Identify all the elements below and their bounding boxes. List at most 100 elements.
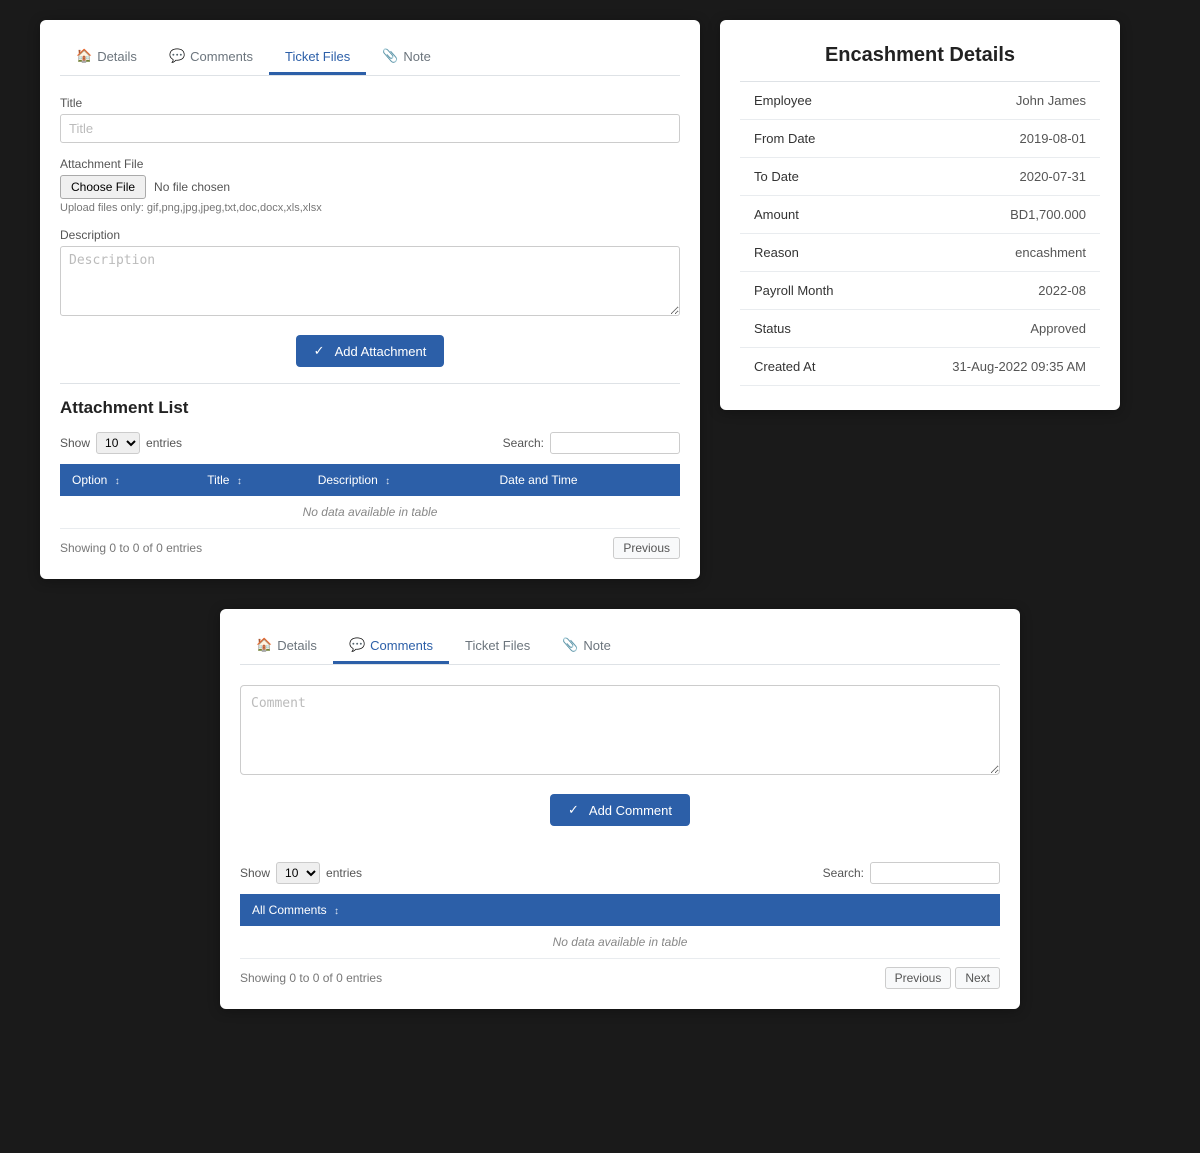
comments-showing-text: Showing 0 to 0 of 0 entries [240, 971, 382, 985]
table-controls: Show 10 25 50 entries Search: [60, 432, 680, 454]
description-input[interactable] [60, 246, 680, 316]
table-footer: Showing 0 to 0 of 0 entries Previous [60, 537, 680, 559]
col-datetime: Date and Time [488, 464, 681, 496]
add-comment-btn[interactable]: Add Comment [550, 794, 690, 826]
bottom-tab-comments[interactable]: 💬 Comments [333, 629, 449, 664]
encashment-row-value: Approved [902, 310, 1100, 348]
encashment-row-label: Status [740, 310, 902, 348]
comments-next-btn[interactable]: Next [955, 967, 1000, 989]
attachment-list-title: Attachment List [60, 398, 680, 418]
comments-table-footer: Showing 0 to 0 of 0 entries Previous Nex… [240, 967, 1000, 989]
check-icon-comment [568, 802, 583, 818]
sort-title-icon: ↕ [237, 476, 242, 487]
note-icon: 📎 [382, 48, 398, 64]
encashment-row-label: Amount [740, 196, 902, 234]
top-tabs: 🏠 Details 💬 Comments Ticket Files 📎 Note [60, 40, 680, 76]
attachment-file-group: Attachment File Choose File No file chos… [60, 157, 680, 214]
no-file-chosen-text: No file chosen [154, 180, 230, 194]
comments-table: All Comments ↕ No data available in tabl… [240, 894, 1000, 959]
title-group: Title [60, 96, 680, 143]
divider [60, 383, 680, 384]
pagination: Previous [613, 537, 680, 559]
search-box: Search: [503, 432, 680, 454]
tab-ticket-files[interactable]: Ticket Files [269, 40, 366, 75]
comments-card: 🏠 Details 💬 Comments Ticket Files 📎 Note… [220, 609, 1020, 1009]
sort-description-icon: ↕ [385, 476, 390, 487]
bottom-tab-details[interactable]: 🏠 Details [240, 629, 333, 664]
no-data-text: No data available in table [60, 496, 680, 529]
sort-option-icon: ↕ [115, 476, 120, 487]
encashment-row: StatusApproved [740, 310, 1100, 348]
encashment-row-label: Employee [740, 82, 902, 120]
tab-note[interactable]: 📎 Note [366, 40, 447, 75]
comment-icon: 💬 [169, 48, 185, 64]
encashment-card: Encashment Details EmployeeJohn JamesFro… [720, 20, 1120, 410]
comment-group [240, 685, 1000, 778]
title-input[interactable] [60, 114, 680, 143]
previous-btn[interactable]: Previous [613, 537, 680, 559]
encashment-row-label: Created At [740, 348, 902, 386]
table-no-data-row: No data available in table [60, 496, 680, 529]
encashment-row: EmployeeJohn James [740, 82, 1100, 120]
col-title[interactable]: Title ↕ [195, 464, 305, 496]
bottom-tab-ticket-files[interactable]: Ticket Files [449, 629, 546, 664]
tab-comments[interactable]: 💬 Comments [153, 40, 269, 75]
file-input-row: Choose File No file chosen [60, 175, 680, 199]
encashment-row: Reasonencashment [740, 234, 1100, 272]
bottom-comment-icon: 💬 [349, 637, 365, 653]
check-icon [314, 343, 329, 359]
home-icon: 🏠 [76, 48, 92, 64]
encashment-row: Payroll Month2022-08 [740, 272, 1100, 310]
bottom-home-icon: 🏠 [256, 637, 272, 653]
encashment-row-value: 2019-08-01 [902, 120, 1100, 158]
description-group: Description [60, 228, 680, 319]
encashment-row-value: BD1,700.000 [902, 196, 1100, 234]
comment-textarea[interactable] [240, 685, 1000, 775]
showing-text: Showing 0 to 0 of 0 entries [60, 541, 202, 555]
sort-comments-icon: ↕ [334, 906, 339, 917]
bottom-tabs: 🏠 Details 💬 Comments Ticket Files 📎 Note [240, 629, 1000, 665]
bottom-tab-note[interactable]: 📎 Note [546, 629, 627, 664]
attachment-file-label: Attachment File [60, 157, 680, 171]
add-attachment-btn[interactable]: Add Attachment [296, 335, 445, 367]
comments-show-select[interactable]: 10 25 50 [276, 862, 320, 884]
encashment-row-label: Reason [740, 234, 902, 272]
description-label: Description [60, 228, 680, 242]
tab-details[interactable]: 🏠 Details [60, 40, 153, 75]
comments-search-box: Search: [823, 862, 1000, 884]
add-comment-btn-container: Add Comment [240, 794, 1000, 826]
encashment-row-value: 31-Aug-2022 09:35 AM [902, 348, 1100, 386]
comments-search-input[interactable] [870, 862, 1000, 884]
search-input[interactable] [550, 432, 680, 454]
show-entries-select[interactable]: 10 25 50 [96, 432, 140, 454]
encashment-row-value: 2020-07-31 [902, 158, 1100, 196]
col-option[interactable]: Option ↕ [60, 464, 195, 496]
encashment-row-label: Payroll Month [740, 272, 902, 310]
comments-show-entries: Show 10 25 50 entries [240, 862, 362, 884]
encashment-row: Created At31-Aug-2022 09:35 AM [740, 348, 1100, 386]
col-description[interactable]: Description ↕ [306, 464, 488, 496]
encashment-row: AmountBD1,700.000 [740, 196, 1100, 234]
encashment-row: From Date2019-08-01 [740, 120, 1100, 158]
comments-table-controls: Show 10 25 50 entries Search: [240, 862, 1000, 884]
add-attachment-btn-container: Add Attachment [60, 335, 680, 367]
encashment-row-value: 2022-08 [902, 272, 1100, 310]
show-entries: Show 10 25 50 entries [60, 432, 182, 454]
encashment-row-value: encashment [902, 234, 1100, 272]
encashment-row-label: From Date [740, 120, 902, 158]
bottom-note-icon: 📎 [562, 637, 578, 653]
col-all-comments[interactable]: All Comments ↕ [240, 894, 1000, 926]
encashment-row-label: To Date [740, 158, 902, 196]
comments-no-data-text: No data available in table [240, 926, 1000, 959]
encashment-title: Encashment Details [740, 44, 1100, 67]
file-hint-text: Upload files only: gif,png,jpg,jpeg,txt,… [60, 202, 680, 214]
choose-file-btn[interactable]: Choose File [60, 175, 146, 199]
comments-previous-btn[interactable]: Previous [885, 967, 952, 989]
encashment-row-value: John James [902, 82, 1100, 120]
title-label: Title [60, 96, 680, 110]
encashment-table: EmployeeJohn JamesFrom Date2019-08-01To … [740, 81, 1100, 386]
comments-pagination: Previous Next [885, 967, 1000, 989]
encashment-row: To Date2020-07-31 [740, 158, 1100, 196]
attachment-table: Option ↕ Title ↕ Description ↕ Date an [60, 464, 680, 529]
comments-no-data-row: No data available in table [240, 926, 1000, 959]
